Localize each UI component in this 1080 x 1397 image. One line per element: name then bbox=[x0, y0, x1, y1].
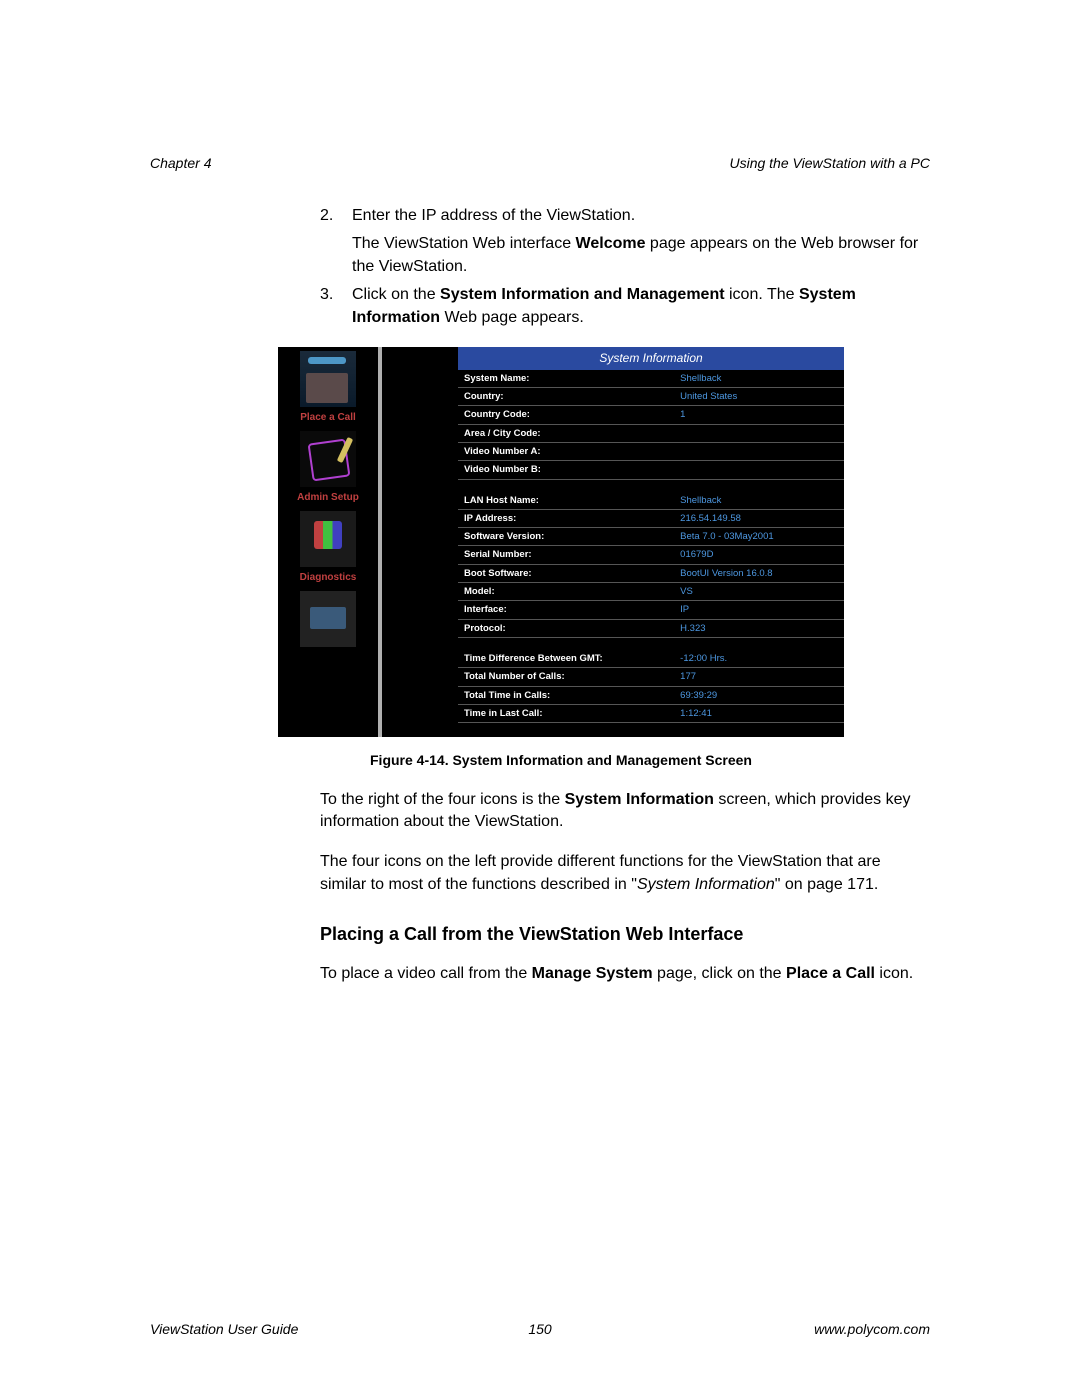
screenshot-spacer bbox=[382, 347, 458, 737]
post-figure-text: To the right of the four icons is the Sy… bbox=[320, 789, 930, 897]
tools-icon bbox=[300, 431, 356, 487]
nav-camera[interactable] bbox=[278, 591, 378, 647]
info-value bbox=[674, 442, 844, 460]
info-value: VS bbox=[674, 583, 844, 601]
system-info-table: System Name:ShellbackCountry:United Stat… bbox=[458, 370, 844, 737]
info-value: Shellback bbox=[674, 492, 844, 510]
step-number-3: 3. bbox=[320, 284, 333, 306]
nav-admin-setup[interactable]: Admin Setup bbox=[278, 431, 378, 505]
info-label: Software Version: bbox=[458, 528, 674, 546]
camera-icon bbox=[300, 591, 356, 647]
page: Chapter 4 Using the ViewStation with a P… bbox=[0, 0, 1080, 1397]
info-value: United States bbox=[674, 388, 844, 406]
info-label: Time Difference Between GMT: bbox=[458, 650, 674, 668]
table-row: Video Number B: bbox=[458, 461, 844, 479]
table-row: Protocol:H.323 bbox=[458, 619, 844, 637]
info-value: 216.54.149.58 bbox=[674, 509, 844, 527]
table-row: Total Time in Calls:69:39:29 bbox=[458, 686, 844, 704]
tv-bars-icon bbox=[300, 511, 356, 567]
info-value: Shellback bbox=[674, 370, 844, 388]
info-value: 1 bbox=[674, 406, 844, 424]
table-row: Country:United States bbox=[458, 388, 844, 406]
nav-place-call[interactable]: Place a Call bbox=[278, 351, 378, 425]
page-header: Chapter 4 Using the ViewStation with a P… bbox=[150, 155, 930, 171]
info-label: Protocol: bbox=[458, 619, 674, 637]
step-2-text: Enter the IP address of the ViewStation. bbox=[352, 207, 635, 224]
info-value: 177 bbox=[674, 668, 844, 686]
info-value: H.323 bbox=[674, 619, 844, 637]
info-label: Time in Last Call: bbox=[458, 704, 674, 722]
table-row: Serial Number:01679D bbox=[458, 546, 844, 564]
info-label: Country Code: bbox=[458, 406, 674, 424]
table-row: Interface:IP bbox=[458, 601, 844, 619]
info-label: Model: bbox=[458, 583, 674, 601]
table-row: Video Number A: bbox=[458, 442, 844, 460]
body-content: 2. Enter the IP address of the ViewStati… bbox=[320, 205, 930, 986]
table-row: Time Difference Between GMT:-12:00 Hrs. bbox=[458, 650, 844, 668]
info-label: Country: bbox=[458, 388, 674, 406]
phone-icon bbox=[300, 351, 356, 407]
screenshot-main: System Information System Name:Shellback… bbox=[458, 347, 844, 737]
info-value bbox=[674, 424, 844, 442]
info-value bbox=[674, 461, 844, 479]
table-row: System Name:Shellback bbox=[458, 370, 844, 388]
table-row: Boot Software:BootUI Version 16.0.8 bbox=[458, 564, 844, 582]
info-label: Serial Number: bbox=[458, 546, 674, 564]
table-row: Total Number of Calls:177 bbox=[458, 668, 844, 686]
table-row: LAN Host Name:Shellback bbox=[458, 492, 844, 510]
info-label: Total Time in Calls: bbox=[458, 686, 674, 704]
info-label: Area / City Code: bbox=[458, 424, 674, 442]
table-row: Software Version:Beta 7.0 - 03May2001 bbox=[458, 528, 844, 546]
table-row: IP Address:216.54.149.58 bbox=[458, 509, 844, 527]
info-label: Total Number of Calls: bbox=[458, 668, 674, 686]
header-chapter: Chapter 4 bbox=[150, 155, 211, 171]
step-2-subtext: The ViewStation Web interface Welcome pa… bbox=[352, 233, 930, 278]
table-row: Time in Last Call:1:12:41 bbox=[458, 704, 844, 722]
info-label: Video Number B: bbox=[458, 461, 674, 479]
table-row: Model:VS bbox=[458, 583, 844, 601]
info-value: 69:39:29 bbox=[674, 686, 844, 704]
info-value bbox=[674, 735, 844, 737]
subheading: Placing a Call from the ViewStation Web … bbox=[320, 922, 930, 947]
info-value: 01679D bbox=[674, 546, 844, 564]
info-label: Boot Software: bbox=[458, 564, 674, 582]
info-value: 1:12:41 bbox=[674, 704, 844, 722]
info-label: Video Number A: bbox=[458, 442, 674, 460]
table-row: Area / City Code: bbox=[458, 424, 844, 442]
info-label: Room Contact Person: bbox=[458, 735, 674, 737]
table-row: Country Code:1 bbox=[458, 406, 844, 424]
info-value: BootUI Version 16.0.8 bbox=[674, 564, 844, 582]
system-info-screenshot: Place a Call Admin Setup Diagnostics Sys… bbox=[278, 347, 844, 737]
info-value: -12:00 Hrs. bbox=[674, 650, 844, 668]
step-3-text: Click on the System Information and Mana… bbox=[352, 286, 856, 325]
footer-page-number: 150 bbox=[150, 1321, 930, 1337]
page-footer: ViewStation User Guide 150 www.polycom.c… bbox=[150, 1321, 930, 1337]
place-call-text: To place a video call from the Manage Sy… bbox=[320, 963, 930, 985]
step-number-2: 2. bbox=[320, 205, 333, 227]
screenshot-sidebar: Place a Call Admin Setup Diagnostics bbox=[278, 347, 382, 737]
info-value: IP bbox=[674, 601, 844, 619]
nav-diagnostics[interactable]: Diagnostics bbox=[278, 511, 378, 585]
header-section: Using the ViewStation with a PC bbox=[729, 155, 930, 171]
info-label: IP Address: bbox=[458, 509, 674, 527]
info-label: System Name: bbox=[458, 370, 674, 388]
info-value: Beta 7.0 - 03May2001 bbox=[674, 528, 844, 546]
screenshot-title: System Information bbox=[458, 347, 844, 370]
info-label: Interface: bbox=[458, 601, 674, 619]
figure-caption: Figure 4-14. System Information and Mana… bbox=[278, 751, 844, 771]
table-row: Room Contact Person: bbox=[458, 735, 844, 737]
info-label: LAN Host Name: bbox=[458, 492, 674, 510]
